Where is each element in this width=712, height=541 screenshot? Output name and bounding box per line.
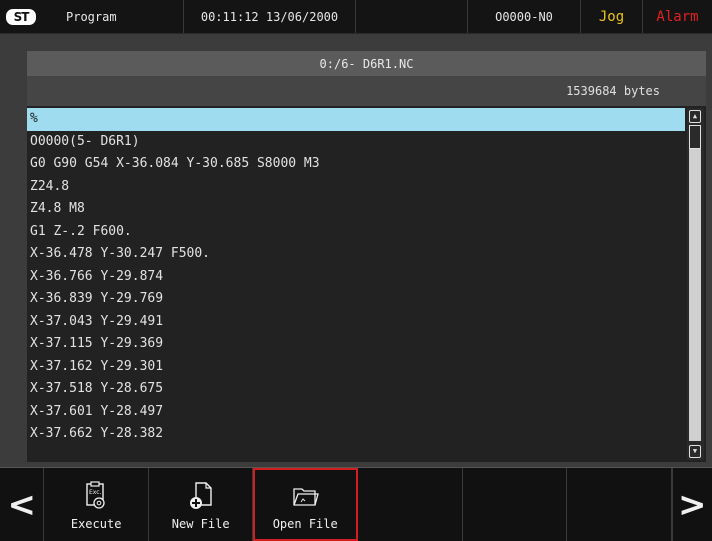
- code-line[interactable]: X-36.478 Y-30.247 F500.: [27, 243, 685, 266]
- code-line[interactable]: G1 Z-.2 F600.: [27, 221, 685, 244]
- code-line[interactable]: X-37.518 Y-28.675: [27, 378, 685, 401]
- code-line-selected[interactable]: %: [27, 108, 685, 131]
- alarm-indicator[interactable]: Alarm: [643, 0, 712, 33]
- file-size: 1539684 bytes: [27, 76, 706, 106]
- execute-label: Execute: [70, 517, 122, 531]
- code-line[interactable]: X-37.662 Y-28.382: [27, 423, 685, 446]
- svg-text:Exc.: Exc.: [89, 489, 102, 496]
- screen-title: Program: [60, 0, 184, 33]
- code-listing[interactable]: % O0000(5- D6R1) G0 G90 G54 X-36.084 Y-30.…: [27, 108, 685, 460]
- new-file-button[interactable]: New File: [149, 468, 254, 541]
- code-line[interactable]: Z4.8 M8: [27, 198, 685, 221]
- logo: ST: [0, 0, 60, 33]
- code-line[interactable]: G0 G90 G54 X-36.084 Y-30.685 S8000 M3: [27, 153, 685, 176]
- clock-datetime: 00:11:12 13/06/2000: [184, 0, 356, 33]
- folder-open-icon: [293, 488, 320, 506]
- new-file-label: New File: [171, 517, 230, 531]
- code-line[interactable]: Z24.8: [27, 176, 685, 199]
- code-line[interactable]: X-36.839 Y-29.769: [27, 288, 685, 311]
- file-name-header: 0:/6- D6R1.NC: [27, 51, 706, 76]
- scroll-track[interactable]: [689, 149, 701, 441]
- softkey-bar: < Exc. Execute New File Open File >: [0, 467, 712, 541]
- chevron-left-icon: <: [7, 484, 36, 525]
- code-line[interactable]: X-36.766 Y-29.874: [27, 266, 685, 289]
- program-editor-panel: 0:/6- D6R1.NC 1539684 bytes % O0000(5- D6…: [27, 51, 706, 462]
- program-number: O0000-N0: [468, 0, 581, 33]
- chevron-right-icon: >: [678, 484, 707, 525]
- next-page-button[interactable]: >: [671, 468, 712, 541]
- brand-logo-icon: ST: [6, 8, 36, 25]
- code-line[interactable]: X-37.162 Y-29.301: [27, 356, 685, 379]
- code-line[interactable]: X-37.115 Y-29.369: [27, 333, 685, 356]
- execute-button[interactable]: Exc. Execute: [44, 468, 149, 541]
- softkey-empty-4[interactable]: [358, 468, 463, 541]
- status-blank: [356, 0, 468, 33]
- scroll-down-button[interactable]: ▼: [689, 445, 701, 458]
- main-area: 0:/6- D6R1.NC 1539684 bytes % O0000(5- D6…: [0, 34, 712, 467]
- code-line[interactable]: X-37.601 Y-28.497: [27, 401, 685, 424]
- open-file-button[interactable]: Open File: [253, 468, 358, 541]
- vertical-scrollbar[interactable]: ▲ ▼: [687, 108, 704, 460]
- scroll-thumb[interactable]: [689, 125, 701, 149]
- prev-page-button[interactable]: <: [0, 468, 45, 541]
- code-line[interactable]: O0000(5- D6R1): [27, 131, 685, 154]
- top-status-bar: ST Program 00:11:12 13/06/2000 O0000-N0 …: [0, 0, 712, 34]
- mode-indicator: Jog: [581, 0, 643, 33]
- new-file-icon: [189, 482, 212, 509]
- scroll-up-button[interactable]: ▲: [689, 110, 701, 123]
- execute-icon: Exc.: [86, 481, 105, 509]
- code-line[interactable]: X-37.043 Y-29.491: [27, 311, 685, 334]
- open-file-label: Open File: [272, 517, 338, 531]
- softkey-empty-5[interactable]: [463, 468, 568, 541]
- softkey-empty-6[interactable]: [567, 468, 672, 541]
